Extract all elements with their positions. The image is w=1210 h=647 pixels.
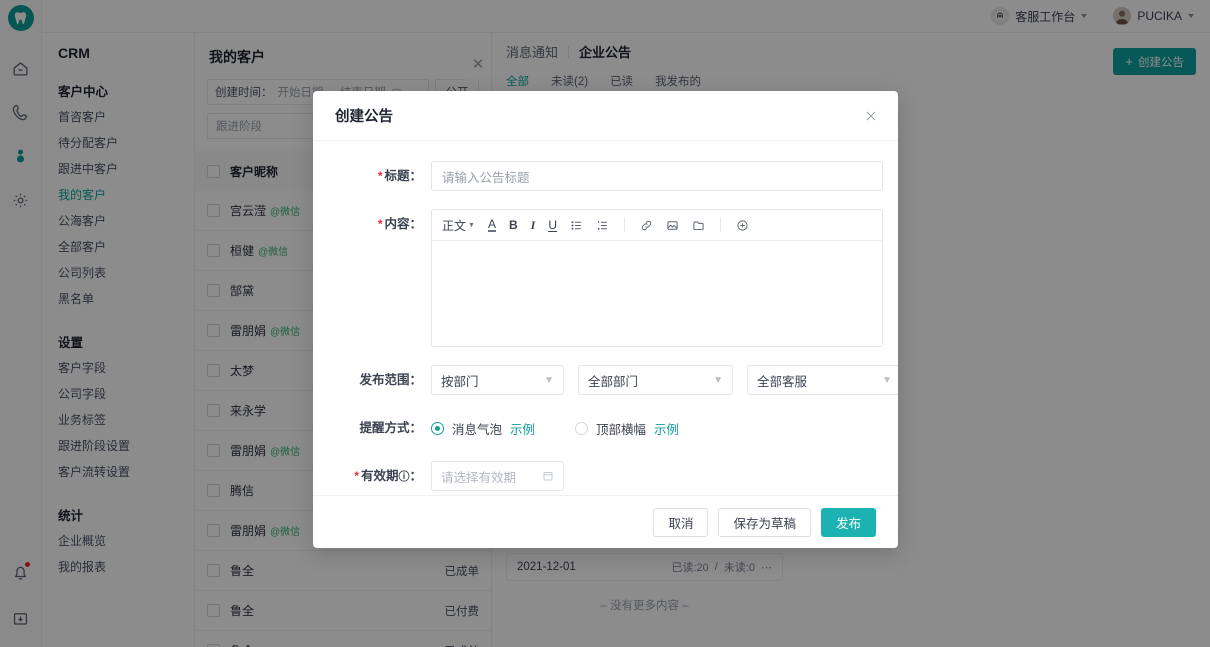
modal-body: * 标题： 请输入公告标题 * 内容： 正文 ▼ A B I U 发布范围： 按… <box>313 141 898 495</box>
file-icon[interactable] <box>692 219 705 232</box>
toolbar-separator <box>719 218 721 232</box>
ordered-list-icon[interactable] <box>596 219 609 232</box>
label-content: * 内容： <box>313 209 431 347</box>
font-color-icon[interactable]: A <box>487 216 496 232</box>
underline-label: U <box>548 217 557 232</box>
editor-toolbar: 正文 ▼ A B I U <box>432 210 882 241</box>
label-validity-suffix: ： <box>409 469 422 483</box>
scope-select-group: 按部门 ▼ 全部部门 ▼ 全部客服 ▼ <box>431 365 898 395</box>
label-validity: * 有效期ⓘ： <box>313 461 431 492</box>
label-title-text: 标题： <box>384 169 422 183</box>
create-announcement-modal: 创建公告 * 标题： 请输入公告标题 * 内容： 正文 ▼ A B I U 发布… <box>313 91 898 548</box>
add-more-icon[interactable] <box>736 219 749 232</box>
modal-title: 创建公告 <box>335 109 393 125</box>
label-content-text: 内容： <box>384 217 422 231</box>
label-title: * 标题： <box>313 161 431 191</box>
close-icon[interactable] <box>862 107 880 125</box>
remind-option-banner-label: 顶部横幅 <box>596 422 647 437</box>
required-star: * <box>354 469 359 483</box>
content-editor-area[interactable] <box>432 241 882 347</box>
agent-select[interactable]: 全部客服 ▼ <box>747 365 898 395</box>
label-remind: 提醒方式： <box>359 421 422 435</box>
chevron-down-icon: ▼ <box>468 221 475 229</box>
department-value: 全部部门 <box>588 374 639 389</box>
department-select[interactable]: 全部部门 ▼ <box>578 365 733 395</box>
remind-options: 消息气泡 示例 顶部横幅 示例 <box>431 413 872 443</box>
save-draft-button[interactable]: 保存为草稿 <box>718 507 811 537</box>
calendar-icon <box>542 470 554 482</box>
link-icon[interactable] <box>640 219 653 232</box>
bold-label: B <box>508 218 518 232</box>
field-row-scope: 发布范围： 按部门 ▼ 全部部门 ▼ 全部客服 ▼ <box>313 365 898 395</box>
image-icon[interactable] <box>666 219 679 232</box>
agent-value: 全部客服 <box>757 374 808 389</box>
paragraph-style-dropdown[interactable]: 正文 ▼ <box>442 217 475 234</box>
field-row-remind: 提醒方式： 消息气泡 示例 顶部横幅 示例 <box>313 413 872 443</box>
info-circle-icon[interactable]: ⓘ <box>398 471 409 483</box>
remind-option-bubble-label: 消息气泡 <box>452 422 503 437</box>
cancel-button[interactable]: 取消 <box>653 507 709 537</box>
remind-bubble-example-link[interactable]: 示例 <box>510 419 535 438</box>
announcement-title-placeholder: 请输入公告标题 <box>442 170 530 185</box>
publish-button[interactable]: 发布 <box>820 507 876 537</box>
italic-icon[interactable]: I <box>531 218 536 233</box>
scope-type-select[interactable]: 按部门 ▼ <box>431 365 564 395</box>
required-star: * <box>377 169 383 183</box>
font-color-label: A <box>487 216 496 231</box>
label-scope: 发布范围： <box>359 373 422 387</box>
label-validity-text: 有效期 <box>360 469 399 483</box>
scope-type-value: 按部门 <box>441 374 479 389</box>
field-row-validity: * 有效期ⓘ： 请选择有效期 <box>313 461 872 492</box>
validity-placeholder: 请选择有效期 <box>441 470 517 485</box>
modal-footer: 取消 保存为草稿 发布 <box>313 495 898 548</box>
field-row-content: * 内容： 正文 ▼ A B I U <box>313 209 883 347</box>
paragraph-style-label: 正文 <box>442 218 467 233</box>
chevron-down-icon: ▼ <box>544 374 554 386</box>
italic-label: I <box>530 217 536 232</box>
radio-message-bubble[interactable] <box>431 421 444 435</box>
bullet-list-icon[interactable] <box>570 219 583 232</box>
content-rich-editor[interactable]: 正文 ▼ A B I U <box>431 209 883 347</box>
announcement-title-input[interactable]: 请输入公告标题 <box>431 161 883 191</box>
chevron-down-icon: ▼ <box>882 374 892 386</box>
toolbar-separator <box>623 218 625 232</box>
chevron-down-icon: ▼ <box>713 374 723 386</box>
field-row-title: * 标题： 请输入公告标题 <box>313 161 883 191</box>
bold-icon[interactable]: B <box>509 218 518 232</box>
app-root: CRM 客户中心 首咨客户 待分配客户 跟进中客户 我的客户 公海客户 全部客户… <box>0 0 1210 647</box>
remind-banner-example-link[interactable]: 示例 <box>654 419 679 438</box>
radio-top-banner[interactable] <box>575 421 589 435</box>
validity-date-input[interactable]: 请选择有效期 <box>431 461 564 491</box>
underline-icon[interactable]: U <box>548 219 557 232</box>
required-star: * <box>377 217 383 231</box>
modal-header: 创建公告 <box>313 91 898 141</box>
